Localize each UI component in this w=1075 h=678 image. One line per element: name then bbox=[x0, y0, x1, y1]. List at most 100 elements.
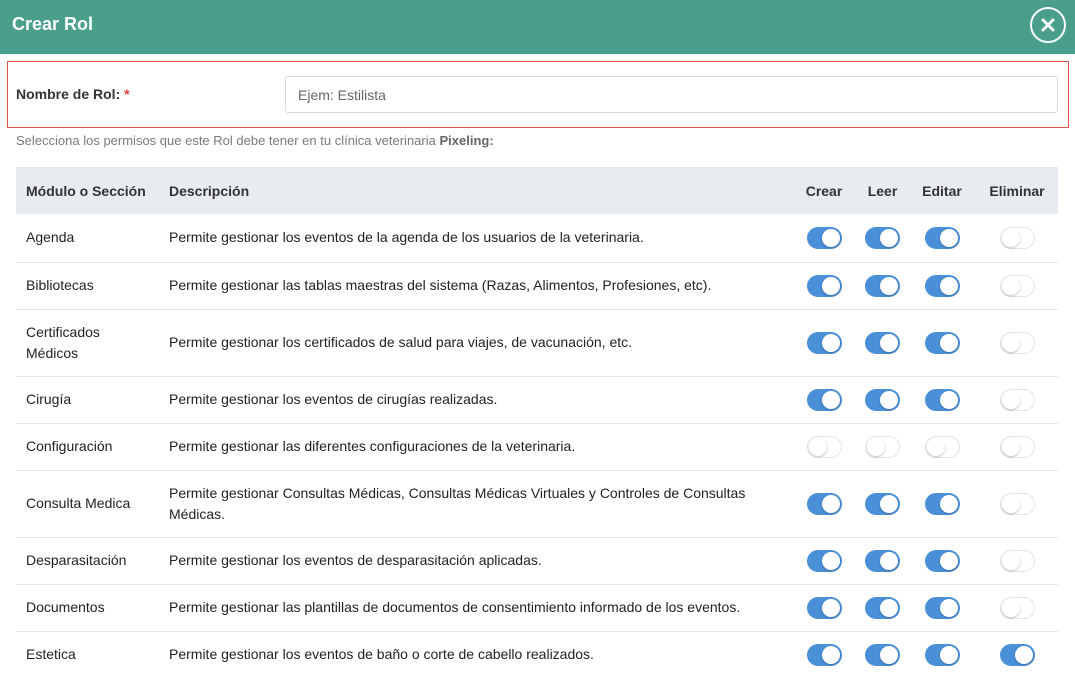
description-cell: Permite gestionar los eventos de baño o … bbox=[159, 631, 791, 678]
permission-cell-crear bbox=[791, 470, 857, 538]
toggle-knob bbox=[880, 228, 898, 247]
toggle-eliminar[interactable] bbox=[999, 226, 1035, 249]
toggle-editar[interactable] bbox=[924, 388, 960, 411]
header-read: Leer bbox=[857, 167, 908, 214]
toggle-knob bbox=[880, 645, 898, 664]
clinic-name: Pixeling: bbox=[439, 133, 494, 148]
toggle-eliminar[interactable] bbox=[999, 549, 1035, 572]
toggle-editar[interactable] bbox=[924, 331, 960, 354]
permission-cell-eliminar bbox=[976, 214, 1058, 263]
permission-cell-eliminar bbox=[976, 537, 1058, 585]
module-cell: Certificados Médicos bbox=[16, 309, 159, 377]
description-cell: Permite gestionar Consultas Médicas, Con… bbox=[159, 470, 791, 538]
toggle-leer[interactable] bbox=[865, 492, 900, 515]
table-row: Consulta Medica Permite gestionar Consult… bbox=[16, 470, 1058, 538]
permissions-table-wrap: Módulo o Sección Descripción Crear Leer … bbox=[16, 167, 1058, 678]
close-button[interactable] bbox=[1030, 7, 1066, 43]
table-row: Certificados Médicos Permite gestionar lo… bbox=[16, 309, 1058, 377]
toggle-knob bbox=[1014, 645, 1033, 664]
toggle-eliminar[interactable] bbox=[999, 274, 1035, 297]
toggle-crear[interactable] bbox=[806, 331, 842, 354]
toggle-knob bbox=[1001, 494, 1020, 513]
permission-cell-editar bbox=[908, 423, 976, 471]
dialog-title: Crear Rol bbox=[12, 14, 94, 34]
permission-cell-editar bbox=[908, 214, 976, 263]
permission-cell-leer bbox=[857, 214, 908, 263]
toggle-crear[interactable] bbox=[806, 492, 842, 515]
toggle-eliminar[interactable] bbox=[999, 388, 1035, 411]
permission-cell-leer bbox=[857, 470, 908, 538]
permission-cell-leer bbox=[857, 376, 908, 424]
toggle-leer[interactable] bbox=[865, 274, 900, 297]
toggle-knob bbox=[821, 494, 840, 513]
toggle-knob bbox=[821, 645, 840, 664]
module-cell: Bibliotecas bbox=[16, 262, 159, 310]
toggle-eliminar[interactable] bbox=[999, 435, 1035, 458]
toggle-crear[interactable] bbox=[806, 435, 842, 458]
permission-cell-leer bbox=[857, 584, 908, 632]
toggle-knob bbox=[1001, 228, 1020, 247]
toggle-editar[interactable] bbox=[924, 549, 960, 572]
toggle-eliminar[interactable] bbox=[999, 643, 1035, 666]
description-cell: Permite gestionar las tablas maestras de… bbox=[159, 262, 791, 310]
toggle-knob bbox=[821, 228, 840, 247]
permission-cell-crear bbox=[791, 214, 857, 263]
header-module: Módulo o Sección bbox=[16, 167, 159, 214]
toggle-leer[interactable] bbox=[865, 331, 900, 354]
toggle-editar[interactable] bbox=[924, 435, 960, 458]
dialog-header: Crear Rol bbox=[0, 0, 1075, 54]
permissions-table-body: Agenda Permite gestionar los eventos de l… bbox=[16, 214, 1058, 678]
toggle-leer[interactable] bbox=[865, 226, 900, 249]
table-row: Configuración Permite gestionar las difer… bbox=[16, 423, 1058, 471]
permission-cell-eliminar bbox=[976, 470, 1058, 538]
toggle-crear[interactable] bbox=[806, 549, 842, 572]
toggle-crear[interactable] bbox=[806, 643, 842, 666]
toggle-crear[interactable] bbox=[806, 388, 842, 411]
toggle-knob bbox=[1001, 276, 1020, 295]
toggle-editar[interactable] bbox=[924, 492, 960, 515]
toggle-crear[interactable] bbox=[806, 274, 842, 297]
description-cell: Permite gestionar las plantillas de docu… bbox=[159, 584, 791, 632]
table-row: Estetica Permite gestionar los eventos de… bbox=[16, 631, 1058, 678]
toggle-leer[interactable] bbox=[865, 549, 900, 572]
toggle-knob bbox=[939, 276, 958, 295]
toggle-knob bbox=[821, 390, 840, 409]
toggle-knob bbox=[939, 390, 958, 409]
header-create: Crear bbox=[791, 167, 857, 214]
toggle-eliminar[interactable] bbox=[999, 596, 1035, 619]
toggle-crear[interactable] bbox=[806, 596, 842, 619]
permission-cell-editar bbox=[908, 262, 976, 310]
toggle-eliminar[interactable] bbox=[999, 492, 1035, 515]
header-edit: Editar bbox=[908, 167, 976, 214]
toggle-knob bbox=[880, 494, 898, 513]
toggle-knob bbox=[880, 333, 898, 352]
toggle-knob bbox=[880, 390, 898, 409]
permission-cell-leer bbox=[857, 537, 908, 585]
toggle-editar[interactable] bbox=[924, 643, 960, 666]
role-name-label-text: Nombre de Rol: bbox=[16, 86, 121, 102]
toggle-eliminar[interactable] bbox=[999, 331, 1035, 354]
toggle-knob bbox=[821, 598, 840, 617]
toggle-crear[interactable] bbox=[806, 226, 842, 249]
role-name-input[interactable] bbox=[285, 76, 1058, 113]
toggle-knob bbox=[821, 551, 840, 570]
toggle-leer[interactable] bbox=[865, 596, 900, 619]
toggle-knob bbox=[939, 228, 958, 247]
permission-cell-eliminar bbox=[976, 423, 1058, 471]
toggle-knob bbox=[1001, 333, 1020, 352]
table-header-row: Módulo o Sección Descripción Crear Leer … bbox=[16, 167, 1058, 214]
table-row: Agenda Permite gestionar los eventos de l… bbox=[16, 214, 1058, 263]
toggle-knob bbox=[939, 645, 958, 664]
toggle-editar[interactable] bbox=[924, 226, 960, 249]
toggle-leer[interactable] bbox=[865, 435, 900, 458]
permission-cell-eliminar bbox=[976, 309, 1058, 377]
permission-cell-crear bbox=[791, 309, 857, 377]
toggle-leer[interactable] bbox=[865, 643, 900, 666]
permission-cell-editar bbox=[908, 309, 976, 377]
description-cell: Permite gestionar los eventos de despara… bbox=[159, 537, 791, 585]
permission-cell-crear bbox=[791, 631, 857, 678]
toggle-leer[interactable] bbox=[865, 388, 900, 411]
toggle-knob bbox=[1001, 598, 1020, 617]
toggle-editar[interactable] bbox=[924, 596, 960, 619]
toggle-editar[interactable] bbox=[924, 274, 960, 297]
